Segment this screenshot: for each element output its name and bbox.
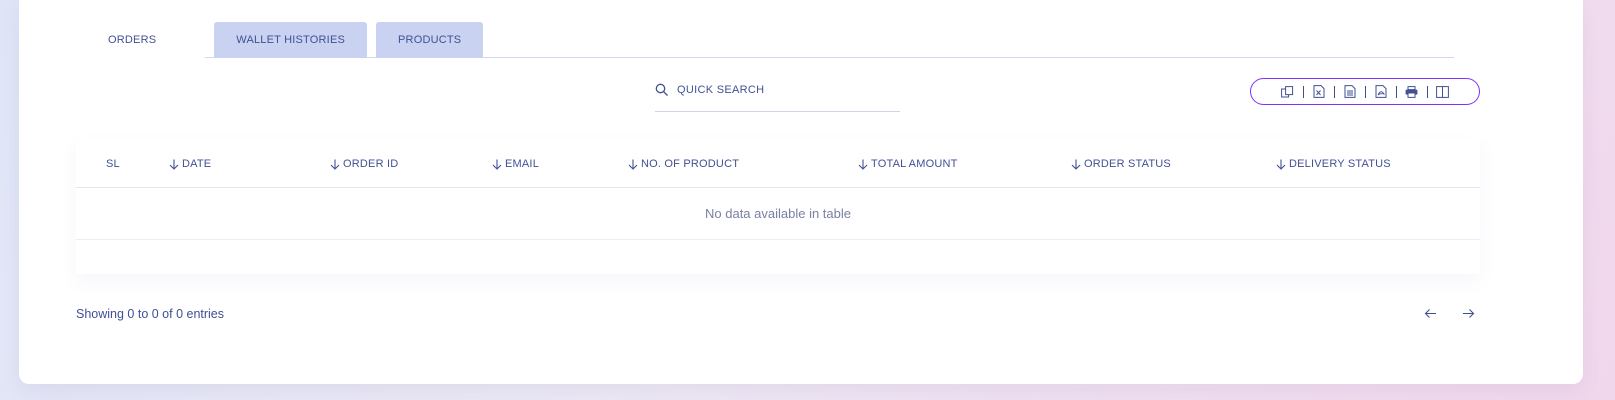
- search-input[interactable]: [677, 84, 887, 96]
- tab-wallet-histories[interactable]: WALLET HISTORIES: [214, 22, 368, 58]
- sort-arrow-down-icon: [169, 159, 179, 170]
- previous-page-button[interactable]: [1422, 305, 1438, 321]
- column-header-sl[interactable]: SL: [106, 158, 120, 170]
- column-label: DATE: [182, 158, 212, 170]
- columns-button[interactable]: [1432, 83, 1454, 101]
- sort-arrow-down-icon: [628, 159, 638, 170]
- next-page-button[interactable]: [1460, 305, 1476, 321]
- toolbar-divider: [1426, 85, 1428, 98]
- sort-arrow-down-icon: [1071, 159, 1081, 170]
- column-header-order-id[interactable]: ORDER ID: [330, 158, 398, 170]
- tab-bar: ORDERS WALLET HISTORIES PRODUCTS: [58, 22, 1454, 58]
- print-icon: [1405, 85, 1418, 98]
- sort-arrow-down-icon: [858, 159, 868, 170]
- toolbar-divider: [1395, 85, 1397, 98]
- column-label: NO. OF PRODUCT: [641, 158, 740, 170]
- sort-arrow-down-icon: [1276, 159, 1286, 170]
- tab-orders[interactable]: ORDERS: [58, 22, 206, 58]
- column-header-no-of-product[interactable]: NO. OF PRODUCT: [628, 158, 739, 170]
- columns-icon: [1436, 85, 1449, 98]
- column-label: TOTAL AMOUNT: [871, 158, 958, 170]
- column-label: SL: [106, 158, 120, 170]
- sort-arrow-down-icon: [330, 159, 340, 170]
- tab-products[interactable]: PRODUCTS: [376, 22, 484, 58]
- arrow-left-icon: [1424, 308, 1436, 318]
- orders-table: SL DATE ORDER ID EMAIL NO. OF PRODUCT TO…: [76, 138, 1480, 274]
- csv-icon: [1344, 85, 1355, 98]
- column-header-total-amount[interactable]: TOTAL AMOUNT: [858, 158, 958, 170]
- print-button[interactable]: [1401, 83, 1423, 101]
- column-header-email[interactable]: EMAIL: [492, 158, 539, 170]
- toolbar-divider: [1302, 85, 1304, 98]
- excel-icon: [1313, 85, 1324, 98]
- table-header: SL DATE ORDER ID EMAIL NO. OF PRODUCT TO…: [76, 138, 1480, 188]
- csv-button[interactable]: [1339, 83, 1361, 101]
- empty-table-message: No data available in table: [76, 188, 1480, 240]
- toolbar-divider: [1333, 85, 1335, 98]
- export-toolbar: [1250, 78, 1480, 105]
- toolbar-divider: [1364, 85, 1366, 98]
- pdf-icon: [1375, 85, 1386, 98]
- column-header-date[interactable]: DATE: [169, 158, 211, 170]
- copy-button[interactable]: [1277, 83, 1299, 101]
- column-label: EMAIL: [505, 158, 540, 170]
- excel-button[interactable]: [1308, 83, 1330, 101]
- pdf-button[interactable]: [1370, 83, 1392, 101]
- entries-info: Showing 0 to 0 of 0 entries: [76, 307, 225, 321]
- column-label: ORDER ID: [343, 158, 399, 170]
- quick-search: [655, 79, 900, 112]
- column-label: DELIVERY STATUS: [1289, 158, 1391, 170]
- column-label: ORDER STATUS: [1084, 158, 1171, 170]
- copy-icon: [1281, 85, 1294, 97]
- column-header-order-status[interactable]: ORDER STATUS: [1071, 158, 1171, 170]
- column-header-delivery-status[interactable]: DELIVERY STATUS: [1276, 158, 1391, 170]
- search-icon: [655, 83, 668, 96]
- sort-arrow-down-icon: [492, 159, 502, 170]
- arrow-right-icon: [1462, 308, 1474, 318]
